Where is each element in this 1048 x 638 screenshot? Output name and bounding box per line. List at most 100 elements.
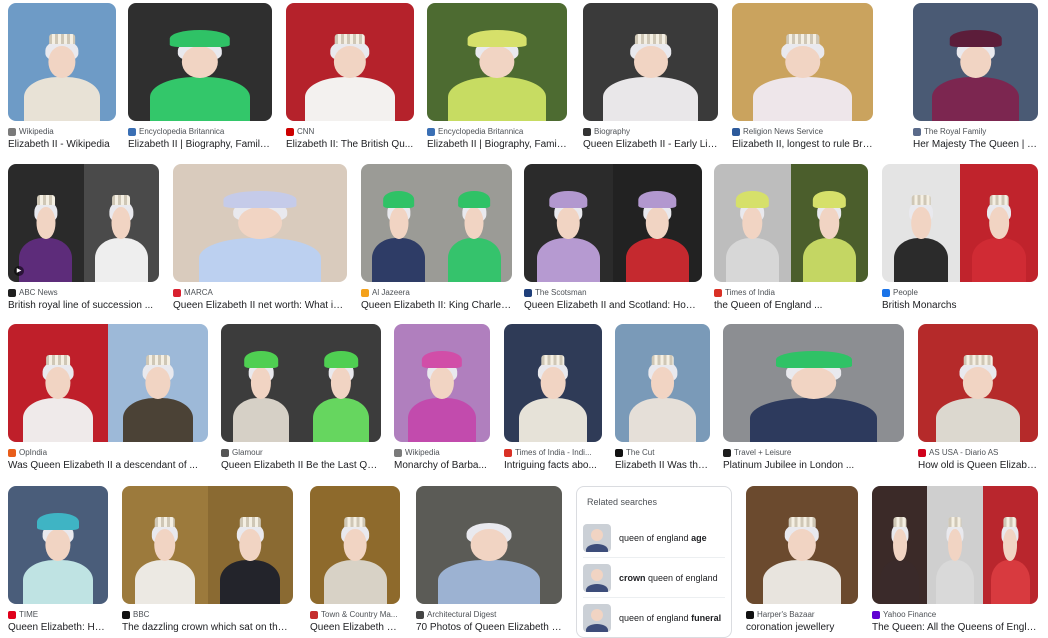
result-title[interactable]: Platinum Jubilee in London ...: [723, 460, 904, 471]
result-title[interactable]: Queen Elizabeth II - Early Life...: [583, 139, 718, 150]
image-result-card[interactable]: CNN Elizabeth II: The British Qu...: [286, 3, 414, 154]
result-title[interactable]: Elizabeth II, longest to rule Britain ..…: [732, 139, 873, 150]
result-thumbnail[interactable]: [732, 3, 873, 121]
image-result-card[interactable]: Architectural Digest 70 Photos of Queen E…: [416, 486, 562, 637]
result-title[interactable]: 70 Photos of Queen Elizabeth II...: [416, 622, 562, 633]
result-thumbnail[interactable]: [746, 486, 858, 604]
image-result-card[interactable]: TIME Queen Elizabeth: Her...: [8, 486, 108, 637]
result-source[interactable]: Religion News Service: [732, 127, 873, 136]
result-title[interactable]: Intriguing facts abo...: [504, 460, 602, 471]
result-source[interactable]: Harper's Bazaar: [746, 610, 858, 619]
result-thumbnail[interactable]: [128, 3, 272, 121]
result-source[interactable]: Town & Country Ma...: [310, 610, 400, 619]
image-result-card[interactable]: The Scotsman Queen Elizabeth II and Scotl…: [524, 164, 702, 315]
result-title[interactable]: Queen Elizabeth II and Scotland: How ...: [524, 300, 702, 311]
result-title[interactable]: Queen Elizabeth: Her...: [8, 622, 108, 633]
image-result-card[interactable]: AS USA - Diario AS How old is Queen Eliza…: [918, 324, 1038, 475]
result-thumbnail[interactable]: [394, 324, 490, 442]
image-result-card[interactable]: Times of India the Queen of England ...: [714, 164, 868, 315]
result-title[interactable]: British Monarchs: [882, 300, 1038, 311]
image-result-card[interactable]: The Cut Elizabeth II Was the ...: [615, 324, 710, 475]
image-result-card[interactable]: People British Monarchs: [882, 164, 1038, 315]
result-source[interactable]: Encyclopedia Britannica: [427, 127, 567, 136]
result-source[interactable]: Wikipedia: [8, 127, 116, 136]
image-result-card[interactable]: Encyclopedia Britannica Elizabeth II | Bi…: [128, 3, 272, 154]
related-search-item-crown[interactable]: crown queen of england: [577, 561, 731, 595]
result-source[interactable]: BBC: [122, 610, 293, 619]
image-result-card[interactable]: Travel + Leisure Platinum Jubilee in Lond…: [723, 324, 904, 475]
result-thumbnail[interactable]: [504, 324, 602, 442]
result-thumbnail[interactable]: [8, 3, 116, 121]
result-source[interactable]: Times of India: [714, 288, 868, 297]
result-source[interactable]: Biography: [583, 127, 718, 136]
result-source[interactable]: People: [882, 288, 1038, 297]
result-thumbnail[interactable]: [221, 324, 381, 442]
result-thumbnail[interactable]: [310, 486, 400, 604]
image-result-card[interactable]: Al Jazeera Queen Elizabeth II: King Charl…: [361, 164, 512, 315]
result-title[interactable]: Queen Elizabeth II: King Charles ...: [361, 300, 512, 311]
result-source[interactable]: TIME: [8, 610, 108, 619]
result-thumbnail[interactable]: [918, 324, 1038, 442]
result-title[interactable]: Queen Elizabeth II Be the Last Que...: [221, 460, 381, 471]
result-source[interactable]: The Cut: [615, 448, 710, 457]
image-result-card[interactable]: BBC The dazzling crown which sat on the .…: [122, 486, 293, 637]
result-title[interactable]: Elizabeth II: The British Qu...: [286, 139, 414, 150]
result-thumbnail[interactable]: [882, 164, 1038, 282]
image-result-card[interactable]: Harper's Bazaar coronation jewellery: [746, 486, 858, 637]
result-title[interactable]: Monarchy of Barba...: [394, 460, 490, 471]
image-result-card[interactable]: Yahoo Finance The Queen: All the Queens o…: [872, 486, 1038, 637]
image-result-card[interactable]: Encyclopedia Britannica Elizabeth II | Bi…: [427, 3, 567, 154]
result-thumbnail[interactable]: [122, 486, 293, 604]
image-result-card[interactable]: Glamour Queen Elizabeth II Be the Last Qu…: [221, 324, 381, 475]
image-result-card[interactable]: Religion News Service Elizabeth II, longe…: [732, 3, 873, 154]
image-result-card[interactable]: OpIndia Was Queen Elizabeth II a descenda…: [8, 324, 208, 475]
result-title[interactable]: the Queen of England ...: [714, 300, 868, 311]
result-thumbnail[interactable]: [416, 486, 562, 604]
result-source[interactable]: Wikipedia: [394, 448, 490, 457]
result-source[interactable]: The Royal Family: [913, 127, 1038, 136]
image-result-card[interactable]: MARCA Queen Elizabeth II net worth: What …: [173, 164, 347, 315]
image-result-card[interactable]: The Royal Family Her Majesty The Queen | …: [913, 3, 1038, 154]
image-result-card[interactable]: Times of India - Indi... Intriguing facts…: [504, 324, 602, 475]
result-thumbnail[interactable]: [872, 486, 1038, 604]
result-title[interactable]: How old is Queen Elizabe...: [918, 460, 1038, 471]
result-thumbnail[interactable]: [714, 164, 868, 282]
result-source[interactable]: Times of India - Indi...: [504, 448, 602, 457]
result-thumbnail[interactable]: [427, 3, 567, 121]
result-thumbnail[interactable]: [286, 3, 414, 121]
result-source[interactable]: ABC News: [8, 288, 159, 297]
result-thumbnail[interactable]: [8, 486, 108, 604]
result-source[interactable]: OpIndia: [8, 448, 208, 457]
related-search-item-age[interactable]: queen of england age: [577, 521, 731, 555]
result-source[interactable]: Encyclopedia Britannica: [128, 127, 272, 136]
result-title[interactable]: Her Majesty The Queen | T...: [913, 139, 1038, 150]
result-title[interactable]: Was Queen Elizabeth II a descendant of .…: [8, 460, 208, 471]
result-source[interactable]: Architectural Digest: [416, 610, 562, 619]
result-source[interactable]: The Scotsman: [524, 288, 702, 297]
image-result-card[interactable]: ▶ ABC News British royal line of successio…: [8, 164, 159, 315]
result-source[interactable]: Travel + Leisure: [723, 448, 904, 457]
result-thumbnail[interactable]: [583, 3, 718, 121]
result-title[interactable]: coronation jewellery: [746, 622, 858, 633]
image-result-card[interactable]: Biography Queen Elizabeth II - Early Life…: [583, 3, 718, 154]
result-title[interactable]: Queen Elizabeth II net worth: What is ..…: [173, 300, 347, 311]
result-title[interactable]: Queen Elizabeth Fa...: [310, 622, 400, 633]
result-thumbnail[interactable]: [615, 324, 710, 442]
result-title[interactable]: Elizabeth II Was the ...: [615, 460, 710, 471]
result-source[interactable]: Yahoo Finance: [872, 610, 1038, 619]
result-thumbnail[interactable]: [173, 164, 347, 282]
image-result-card[interactable]: Wikipedia Monarchy of Barba...: [394, 324, 490, 475]
image-result-card[interactable]: Wikipedia Elizabeth II - Wikipedia: [8, 3, 116, 154]
result-title[interactable]: Elizabeth II - Wikipedia: [8, 139, 116, 150]
result-thumbnail[interactable]: [361, 164, 512, 282]
result-title[interactable]: The Queen: All the Queens of Engla...: [872, 622, 1038, 633]
related-search-item-funeral[interactable]: queen of england funeral: [577, 601, 731, 635]
result-thumbnail[interactable]: [524, 164, 702, 282]
result-title[interactable]: Elizabeth II | Biography, Family...: [427, 139, 567, 150]
result-source[interactable]: CNN: [286, 127, 414, 136]
result-title[interactable]: Elizabeth II | Biography, Family, ...: [128, 139, 272, 150]
result-source[interactable]: AS USA - Diario AS: [918, 448, 1038, 457]
image-result-card[interactable]: Town & Country Ma... Queen Elizabeth Fa..…: [310, 486, 400, 637]
result-title[interactable]: The dazzling crown which sat on the ...: [122, 622, 293, 633]
result-source[interactable]: Glamour: [221, 448, 381, 457]
